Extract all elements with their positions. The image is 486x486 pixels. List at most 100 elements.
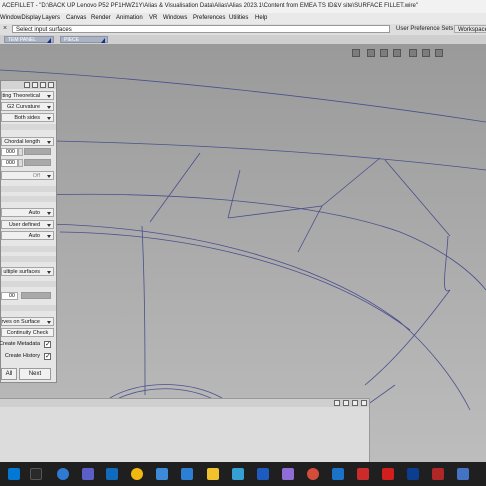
multiple-surfaces-select[interactable]: ultiple surfaces xyxy=(1,267,54,276)
store-icon[interactable] xyxy=(156,468,168,480)
menu-utilities[interactable]: Utilities xyxy=(229,15,248,21)
menu-help[interactable]: Help xyxy=(255,15,267,21)
taskbar xyxy=(0,462,486,486)
close-icon[interactable] xyxy=(48,82,54,88)
word-icon[interactable] xyxy=(257,468,269,480)
task-view-icon[interactable] xyxy=(30,468,42,480)
menu-vr[interactable]: VR xyxy=(149,15,157,21)
curve-upper xyxy=(0,139,486,171)
construction-select[interactable]: sting Theoretical xyxy=(1,91,54,100)
maximize-icon[interactable] xyxy=(343,400,349,406)
menu-animation[interactable]: Animation xyxy=(116,15,143,21)
app-icon[interactable] xyxy=(457,468,469,480)
curve-middle xyxy=(9,193,486,291)
app-icon[interactable] xyxy=(432,468,444,480)
maximize-icon[interactable] xyxy=(40,82,46,88)
menu-canvas[interactable]: Canvas xyxy=(66,15,86,21)
curve-isoparm-7 xyxy=(364,289,451,386)
check-icon[interactable]: ✓ xyxy=(44,353,51,360)
camera-icon[interactable] xyxy=(352,49,360,57)
curves-on-surface-select[interactable]: rves on Surface xyxy=(1,317,54,326)
folder-icon[interactable] xyxy=(207,468,219,480)
chevron-down-icon xyxy=(47,175,51,178)
shelf-tab-item-panel[interactable]: TEM PANEL xyxy=(4,36,54,43)
minimize-icon[interactable] xyxy=(334,400,340,406)
sides-select[interactable]: Both sides xyxy=(1,113,54,122)
shelf-tab-piece[interactable]: PIECE xyxy=(60,36,108,43)
mail-icon[interactable] xyxy=(181,468,193,480)
shelf-tab-label: PIECE xyxy=(64,37,80,43)
chevron-down-icon xyxy=(47,141,51,144)
slider-2[interactable] xyxy=(24,159,51,166)
curve-isoparm-2 xyxy=(227,169,241,219)
multiple-surfaces-value: ultiple surfaces xyxy=(3,269,40,275)
chrome-icon[interactable] xyxy=(131,468,143,480)
onenote-icon[interactable] xyxy=(282,468,294,480)
workspaces-button[interactable]: Workspaces xyxy=(454,25,486,33)
section-type-select[interactable]: Chordal length xyxy=(1,137,54,146)
close-icon[interactable]: × xyxy=(3,25,7,32)
user-defined-select[interactable]: User defined xyxy=(1,220,54,229)
grid-icon[interactable] xyxy=(367,49,375,57)
maximize-icon[interactable] xyxy=(422,49,430,57)
menu-render[interactable]: Render xyxy=(91,15,111,21)
app-icon[interactable] xyxy=(332,468,344,480)
slider-3[interactable] xyxy=(21,292,51,299)
check-icon[interactable]: ✓ xyxy=(44,341,51,348)
curve-vertical xyxy=(141,225,146,396)
next-button[interactable]: Next xyxy=(19,368,51,380)
teams-icon[interactable] xyxy=(82,468,94,480)
layout-icon[interactable] xyxy=(380,49,388,57)
acrobat-icon[interactable] xyxy=(382,468,394,480)
chevron-down-icon xyxy=(47,95,51,98)
off-select[interactable]: Off xyxy=(1,171,54,180)
minimize-icon[interactable] xyxy=(32,82,38,88)
prompt-input[interactable]: Select input surfaces xyxy=(12,25,390,33)
slider-1[interactable] xyxy=(24,148,51,155)
value-field-1[interactable]: 000 xyxy=(1,148,18,156)
user-preference-sets-button[interactable]: User Preference Sets xyxy=(396,26,453,32)
section-divider xyxy=(1,196,56,202)
close-icon[interactable] xyxy=(361,400,367,406)
auto-value-2: Auto xyxy=(28,233,40,239)
window-title: ACEFILLET - "D:\BACK UP Lenovo P52 PF1HW… xyxy=(2,3,418,9)
minimize-icon[interactable] xyxy=(409,49,417,57)
close-window-icon[interactable] xyxy=(435,49,443,57)
auto-select-1[interactable]: Auto xyxy=(1,208,54,217)
value-field-2[interactable]: 000 xyxy=(1,159,18,167)
shelf-tab-label: TEM PANEL xyxy=(8,37,36,43)
curve-isoparm-6 xyxy=(443,235,451,292)
media-icon[interactable] xyxy=(307,468,319,480)
prompt-bar: × Select input surfaces User Preference … xyxy=(0,24,486,35)
app-icon[interactable] xyxy=(232,468,244,480)
menu-preferences[interactable]: Preferences xyxy=(193,15,225,21)
section-divider xyxy=(1,124,56,130)
create-history-checkbox[interactable]: Create History ✓ xyxy=(1,352,54,361)
chevron-down-icon xyxy=(47,212,51,215)
auto-select-2[interactable]: Auto xyxy=(1,231,54,240)
restore-icon[interactable] xyxy=(352,400,358,406)
fit-icon[interactable] xyxy=(393,49,401,57)
menu-layers[interactable]: Layers xyxy=(42,15,60,21)
lower-panel xyxy=(0,398,370,462)
edge-icon[interactable] xyxy=(57,468,69,480)
continuity-select[interactable]: G2 Curvature xyxy=(1,102,54,111)
alias-icon[interactable] xyxy=(357,468,369,480)
spinner-icon[interactable] xyxy=(18,148,23,156)
help-icon[interactable] xyxy=(24,82,30,88)
menu-windowdisplay[interactable]: WindowDisplay xyxy=(0,15,41,21)
curve-isoparm-1 xyxy=(149,152,201,223)
zoom-icon[interactable] xyxy=(407,468,419,480)
continuity-value: G2 Curvature xyxy=(6,104,40,110)
create-metadata-checkbox[interactable]: Create Metadata ✓ xyxy=(0,340,54,349)
continuity-check-button[interactable]: Continuity Check xyxy=(1,328,54,337)
reset-all-button[interactable]: All xyxy=(1,368,17,380)
menu-windows[interactable]: Windows xyxy=(163,15,187,21)
off-value: Off xyxy=(32,173,40,179)
start-icon[interactable] xyxy=(8,468,20,480)
spinner-icon[interactable] xyxy=(18,159,23,167)
outlook-icon[interactable] xyxy=(106,468,118,480)
section-divider xyxy=(1,256,56,262)
value-field-3[interactable]: 00 xyxy=(1,292,18,300)
user-defined-value: User defined xyxy=(8,222,40,228)
